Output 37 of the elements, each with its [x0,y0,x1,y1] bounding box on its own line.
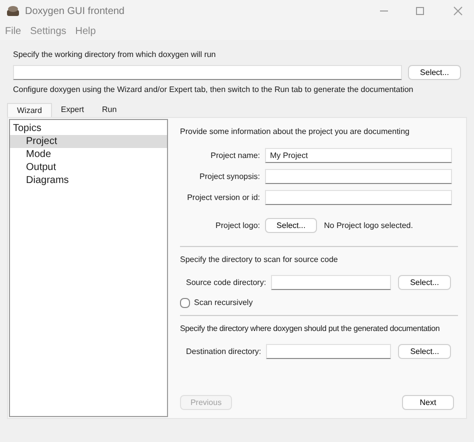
field-label: Project version or id: [186,192,260,204]
logo-status-text: No Project logo selected. [324,220,413,232]
tab[interactable]: Wizard [7,103,52,117]
section-heading: Specify the directory to scan for source code [180,254,339,266]
maximize-icon[interactable] [415,6,425,16]
select-button[interactable]: Select... [408,65,461,80]
checkbox-label: Scan recursively [194,297,253,309]
section-heading: Specify the directory where doxygen should put the generated documentation [180,323,441,335]
tab[interactable]: Expert [52,103,94,117]
text-field[interactable] [265,169,452,184]
working-directory-label: Specify the working directory from which doxygen will run [13,49,217,61]
field-label: Project name: [210,150,260,162]
window-title: Doxygen GUI frontend [25,4,126,18]
checkbox[interactable] [180,298,190,308]
text-field[interactable] [266,344,392,359]
tab[interactable]: Run [93,103,126,117]
select-button[interactable]: Select... [265,218,317,233]
text-field[interactable] [265,190,452,205]
field-label: Destination directory: [186,346,262,358]
tree-item[interactable]: Diagrams [10,174,167,187]
field-label: Project logo: [214,220,260,232]
select-button[interactable]: Select... [398,344,452,359]
field-label: Project synopsis: [198,170,260,182]
section-heading: Provide some information about the project you are documenting [180,126,410,138]
select-button[interactable]: Select... [398,275,452,290]
field-label: Source code directory: [186,276,266,288]
text-field[interactable] [13,65,402,80]
tree-item[interactable]: Mode [10,148,167,161]
close-icon[interactable] [453,6,463,16]
instructions-text: Configure doxygen using the Wizard and/or Expert tab, then switch to the Run tab to generate the documentation [13,84,414,96]
select-button[interactable]: Next [402,395,454,410]
text-field[interactable]: My Project [265,148,452,163]
tree-item[interactable]: Output [10,161,167,174]
tree-item[interactable]: Project [10,135,167,148]
tree-header: Topics [12,122,42,135]
app-icon [6,5,20,17]
text-field[interactable] [271,275,392,290]
